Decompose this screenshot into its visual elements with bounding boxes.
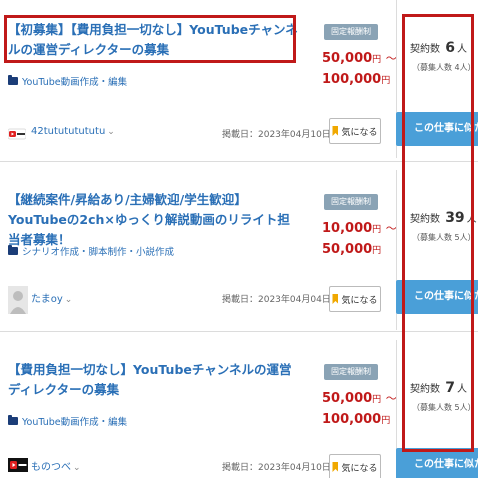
posted-date: 掲載日：2023年04月10日 — [222, 463, 331, 473]
youtube-logo-icon[interactable] — [8, 458, 28, 472]
chevron-down-icon[interactable]: ⌄ — [65, 295, 73, 305]
fixed-price-badge: 固定報酬制 — [324, 24, 378, 40]
bookmark-icon — [332, 462, 339, 472]
client-name[interactable]: たまoy ⌄ — [31, 290, 72, 305]
price-min: 50,000円 〜 — [322, 391, 397, 406]
favorite-button[interactable]: 気になる — [329, 286, 381, 312]
job-category[interactable]: シナリオ作成・脚本制作・小説作成 — [8, 244, 174, 258]
job-category[interactable]: YouTube動画作成・編集 — [8, 414, 127, 428]
category-label[interactable]: YouTube動画作成・編集 — [22, 414, 127, 428]
folder-icon — [8, 415, 18, 425]
posted-date: 掲載日：2023年04月04日 — [222, 295, 331, 305]
youtube-logo-icon[interactable] — [8, 125, 26, 143]
category-label[interactable]: シナリオ作成・脚本制作・小説作成 — [22, 244, 174, 258]
chevron-down-icon[interactable]: ⌄ — [107, 127, 115, 137]
chevron-down-icon[interactable]: ⌄ — [73, 463, 81, 473]
job-title[interactable]: 【継続案件/昇給あり/主婦歓迎/学生歓迎】YouTubeの2ch×ゆっくり解説動… — [8, 190, 300, 250]
folder-icon — [8, 75, 18, 85]
price-max: 50,000円 — [322, 242, 382, 257]
posted-date: 掲載日：2023年04月10日 — [222, 130, 331, 140]
favorite-button[interactable]: 気になる — [329, 118, 381, 144]
price-max: 100,000円 — [322, 412, 391, 427]
client-name[interactable]: ものつべ ⌄ — [31, 458, 81, 473]
title-highlight-box — [4, 15, 296, 63]
fixed-price-badge: 固定報酬制 — [324, 194, 378, 210]
price-min: 50,000円 〜 — [322, 51, 397, 66]
client-name[interactable]: 42tutututututu ⌄ — [31, 126, 115, 137]
category-label[interactable]: YouTube動画作成・編集 — [22, 74, 127, 88]
bookmark-icon — [332, 126, 339, 136]
similar-job-button[interactable]: この仕事に似た仕 — [396, 448, 478, 478]
favorite-button[interactable]: 気になる — [329, 454, 381, 478]
bookmark-icon — [332, 294, 339, 304]
job-category[interactable]: YouTube動画作成・編集 — [8, 74, 127, 88]
contract-highlight-box — [402, 14, 474, 452]
job-title[interactable]: 【費用負担一切なし】YouTubeチャンネルの運営ディレクターの募集 — [8, 360, 300, 400]
price-max: 100,000円 — [322, 72, 391, 87]
job-list: 【初募集】【費用負担一切なし】YouTubeチャンネルの運営ディレクターの募集 … — [0, 0, 478, 478]
folder-icon — [8, 245, 18, 255]
default-user-icon[interactable] — [8, 286, 28, 314]
fixed-price-badge: 固定報酬制 — [324, 364, 378, 380]
price-min: 10,000円 〜 — [322, 221, 397, 236]
